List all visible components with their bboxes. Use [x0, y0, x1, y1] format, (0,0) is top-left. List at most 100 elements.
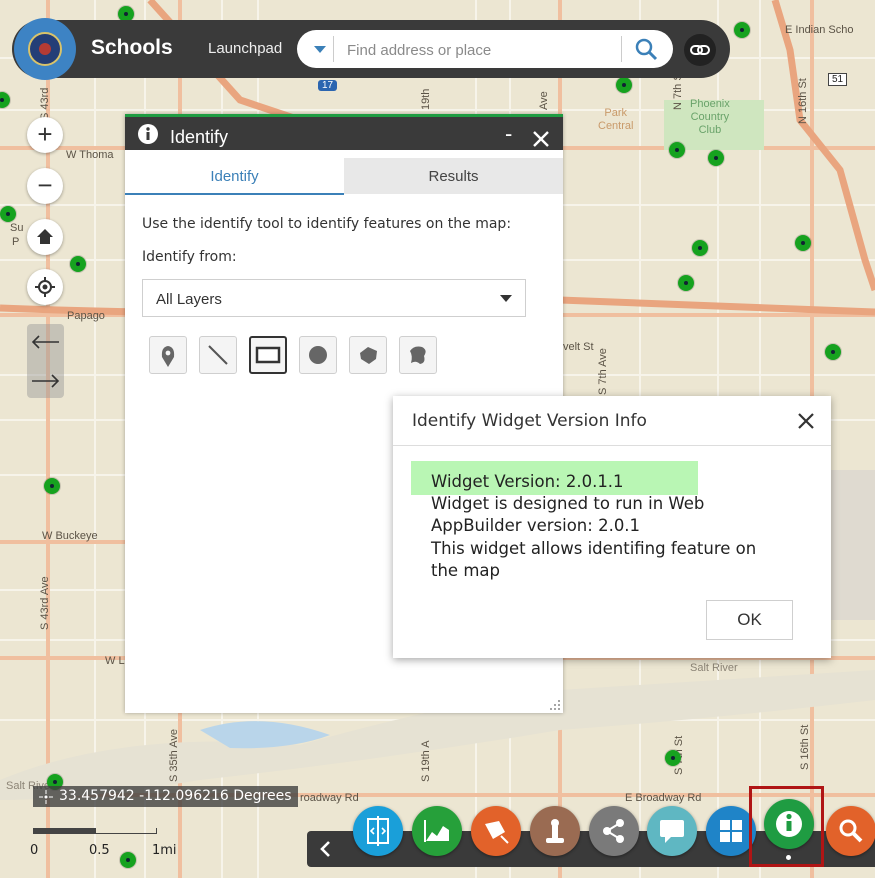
school-marker[interactable]	[692, 240, 708, 256]
map-label: Salt River	[690, 662, 738, 674]
map-label: E Indian Scho	[785, 24, 854, 36]
map-label: velt St	[563, 341, 594, 353]
launchpad-label: Launchpad	[208, 40, 283, 57]
polygon-tool-icon	[360, 347, 377, 364]
school-marker[interactable]	[678, 275, 694, 291]
search-icon	[839, 819, 863, 843]
map-label: S 43rd Ave	[39, 576, 51, 630]
share-icon	[603, 819, 624, 843]
extent-tool-button[interactable]	[249, 336, 287, 374]
circle-tool-icon	[309, 346, 327, 364]
circle-tool-button[interactable]	[299, 336, 337, 374]
map-label: W Buckeye	[42, 530, 98, 542]
search-box	[297, 30, 673, 68]
line-tool-button[interactable]	[199, 336, 237, 374]
app-title: Schools	[91, 36, 173, 59]
print-widget-button[interactable]	[530, 806, 580, 856]
school-marker[interactable]	[795, 235, 811, 251]
map-label: Su	[10, 222, 24, 234]
share-link-button[interactable]	[684, 34, 716, 66]
dialog-line: This widget allows identifing feature on	[431, 539, 757, 558]
share-widget-button[interactable]	[589, 806, 639, 856]
line-tool-icon	[208, 345, 228, 365]
school-marker[interactable]	[0, 206, 16, 222]
zoom-in-button[interactable]: +	[27, 117, 63, 153]
chat-widget-button[interactable]	[647, 806, 697, 856]
highway-shield: 17	[318, 80, 338, 91]
city-seal-logo	[14, 18, 76, 80]
dialog-line: AppBuilder version: 2.0.1	[431, 516, 641, 535]
panel-titlebar: Identify -	[125, 114, 563, 150]
minus-icon: −	[37, 170, 53, 200]
map-label: W Thoma	[66, 149, 114, 161]
panel-tabs: Identify Results	[125, 150, 563, 195]
map-label: S 16th St	[799, 724, 811, 770]
search-input[interactable]	[345, 36, 609, 64]
coordinate-display[interactable]: 33.457942 -112.096216 Degrees	[33, 786, 298, 807]
school-marker[interactable]	[669, 142, 685, 158]
close-icon[interactable]	[531, 129, 551, 149]
layer-select[interactable]: All Layers	[142, 279, 526, 317]
zoom-out-button[interactable]: −	[27, 168, 63, 204]
caret-down-icon[interactable]	[307, 38, 335, 60]
search-widget-button[interactable]	[826, 806, 875, 856]
map-label: Ave	[538, 91, 550, 110]
school-marker[interactable]	[120, 852, 136, 868]
school-marker[interactable]	[708, 150, 724, 166]
highway-shield: 51	[828, 73, 848, 86]
crosshair-icon	[39, 790, 53, 804]
arrow-left-icon[interactable]	[27, 324, 64, 361]
resize-grip-icon[interactable]	[549, 699, 561, 711]
dialog-title: Identify Widget Version Info	[412, 411, 647, 431]
close-icon[interactable]	[795, 410, 817, 432]
highlight-box	[749, 786, 824, 867]
map-label: N 16th St	[797, 78, 809, 124]
swipe-widget-button[interactable]	[353, 806, 403, 856]
chart-icon	[424, 820, 449, 842]
search-icon[interactable]	[633, 36, 659, 62]
arrow-right-icon[interactable]	[27, 361, 64, 398]
map-label: E Broadway Rd	[625, 792, 702, 804]
print-icon	[546, 819, 564, 843]
school-marker[interactable]	[825, 344, 841, 360]
school-marker[interactable]	[70, 256, 86, 272]
layer-select-value: All Layers	[156, 291, 222, 308]
point-tool-button[interactable]	[149, 336, 187, 374]
identify-from-label: Identify from:	[142, 249, 237, 265]
map-label: 19th	[420, 88, 432, 110]
school-marker[interactable]	[616, 77, 632, 93]
polygon-tool-button[interactable]	[349, 336, 387, 374]
dialog-line: the map	[431, 561, 500, 580]
home-button[interactable]	[27, 219, 63, 255]
map-label: S 43rd	[39, 87, 51, 120]
map-label: S 19th A	[420, 740, 432, 782]
chat-icon	[660, 820, 684, 843]
map-label: P	[12, 236, 20, 248]
my-location-button[interactable]	[27, 269, 63, 305]
school-marker[interactable]	[665, 750, 681, 766]
school-marker[interactable]	[44, 478, 60, 494]
dialog-line: Widget is designed to run in Web	[431, 494, 705, 513]
tab-results[interactable]: Results	[344, 158, 563, 194]
point-tool-icon	[161, 346, 175, 367]
dialog-line: Widget Version: 2.0.1.1	[431, 472, 624, 491]
home-icon	[37, 229, 53, 244]
active-tab-indicator	[125, 193, 344, 195]
coordinate-text: 33.457942 -112.096216 Degrees	[59, 788, 292, 804]
tab-identify[interactable]: Identify	[125, 158, 344, 194]
freehand-polygon-tool-button[interactable]	[399, 336, 437, 374]
map-label: Park Central	[598, 107, 634, 132]
extent-navigate	[27, 324, 64, 398]
minimize-icon[interactable]: -	[505, 121, 512, 147]
map-label: Phoenix Country Club	[690, 98, 730, 136]
map-label: S 7th Ave	[597, 348, 609, 395]
swipe-icon	[367, 816, 389, 846]
version-info-dialog: Identify Widget Version Info Widget Vers…	[393, 396, 831, 658]
chart-widget-button[interactable]	[412, 806, 462, 856]
ok-button[interactable]: OK	[706, 600, 793, 640]
chevron-left-icon[interactable]	[311, 835, 339, 863]
extent-tool-icon	[255, 346, 281, 364]
school-marker[interactable]	[734, 22, 750, 38]
draw-widget-button[interactable]	[471, 806, 521, 856]
locate-icon	[35, 277, 55, 297]
